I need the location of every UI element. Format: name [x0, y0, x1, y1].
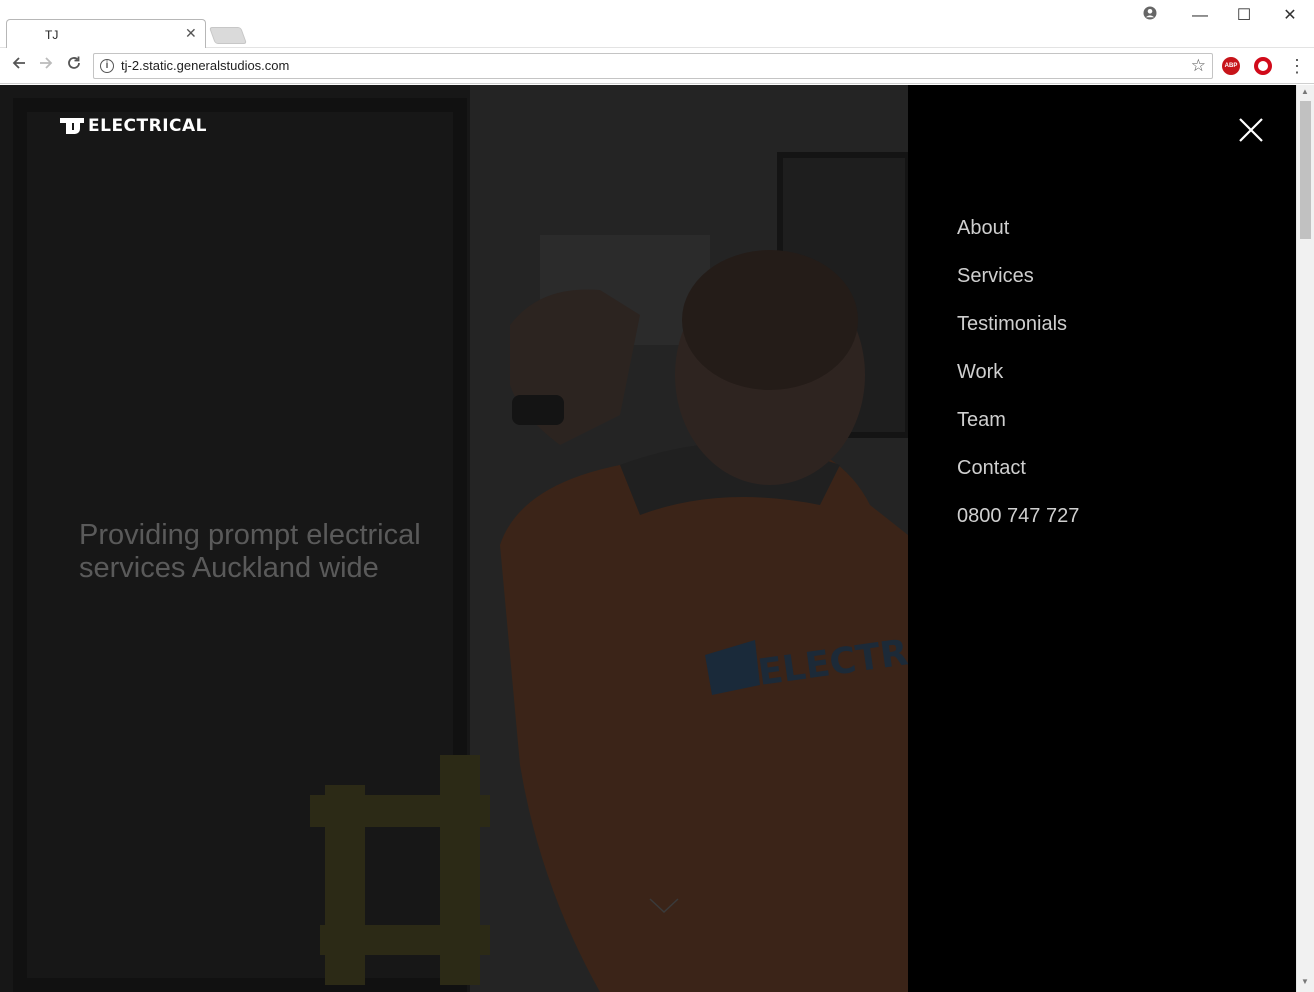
back-arrow-icon[interactable]: [7, 54, 31, 78]
reload-icon[interactable]: [62, 54, 86, 78]
menu-item-team[interactable]: Team: [957, 407, 1079, 455]
nav-menu-panel: About Services Testimonials Work Team Co…: [908, 85, 1296, 992]
menu-item-contact[interactable]: Contact: [957, 455, 1079, 503]
close-menu-icon[interactable]: [1238, 117, 1264, 143]
bookmark-star-icon[interactable]: ☆: [1191, 56, 1206, 76]
forward-arrow-icon[interactable]: [34, 54, 58, 78]
scrollbar-thumb[interactable]: [1300, 101, 1311, 239]
menu-item-services[interactable]: Services: [957, 263, 1079, 311]
scroll-up-arrow-icon[interactable]: ▲: [1301, 87, 1309, 96]
tj-logo-icon: [60, 118, 84, 134]
scroll-down-arrow-icon[interactable]: ▼: [1301, 977, 1309, 986]
nav-menu-list: About Services Testimonials Work Team Co…: [957, 215, 1079, 551]
page-scrollbar[interactable]: ▲ ▼: [1296, 85, 1314, 992]
menu-item-testimonials[interactable]: Testimonials: [957, 311, 1079, 359]
hero-section: ELECTR ELECTRICAL Providing prompt elect…: [0, 85, 908, 992]
tab-close-icon[interactable]: ✕: [185, 25, 197, 42]
new-tab-button[interactable]: [208, 27, 248, 44]
menu-item-phone[interactable]: 0800 747 727: [957, 503, 1079, 551]
profile-icon[interactable]: [1140, 6, 1160, 26]
menu-item-work[interactable]: Work: [957, 359, 1079, 407]
logo-text: ELECTRICAL: [88, 116, 208, 136]
opera-extension-icon[interactable]: [1254, 57, 1272, 75]
browser-toolbar: i tj-2.static.generalstudios.com ☆ ABP ⋮: [0, 48, 1314, 84]
adblock-extension-icon[interactable]: ABP: [1222, 57, 1240, 75]
address-bar[interactable]: i tj-2.static.generalstudios.com ☆: [93, 53, 1213, 79]
window-close-button[interactable]: ✕: [1280, 6, 1300, 26]
url-text[interactable]: tj-2.static.generalstudios.com: [121, 58, 289, 73]
site-info-icon[interactable]: i: [100, 59, 114, 73]
page-viewport: ELECTR ELECTRICAL Providing prompt elect…: [0, 85, 1314, 992]
menu-item-about[interactable]: About: [957, 215, 1079, 263]
tab-title: TJ: [45, 28, 59, 42]
browser-tab[interactable]: TJ ✕: [6, 19, 206, 49]
minimize-button[interactable]: —: [1190, 6, 1210, 26]
browser-titlebar: TJ ✕ — ☐ ✕: [0, 0, 1314, 49]
browser-menu-icon[interactable]: ⋮: [1288, 54, 1306, 78]
maximize-button[interactable]: ☐: [1234, 6, 1254, 26]
hero-tagline: Providing prompt electrical services Auc…: [79, 519, 421, 584]
